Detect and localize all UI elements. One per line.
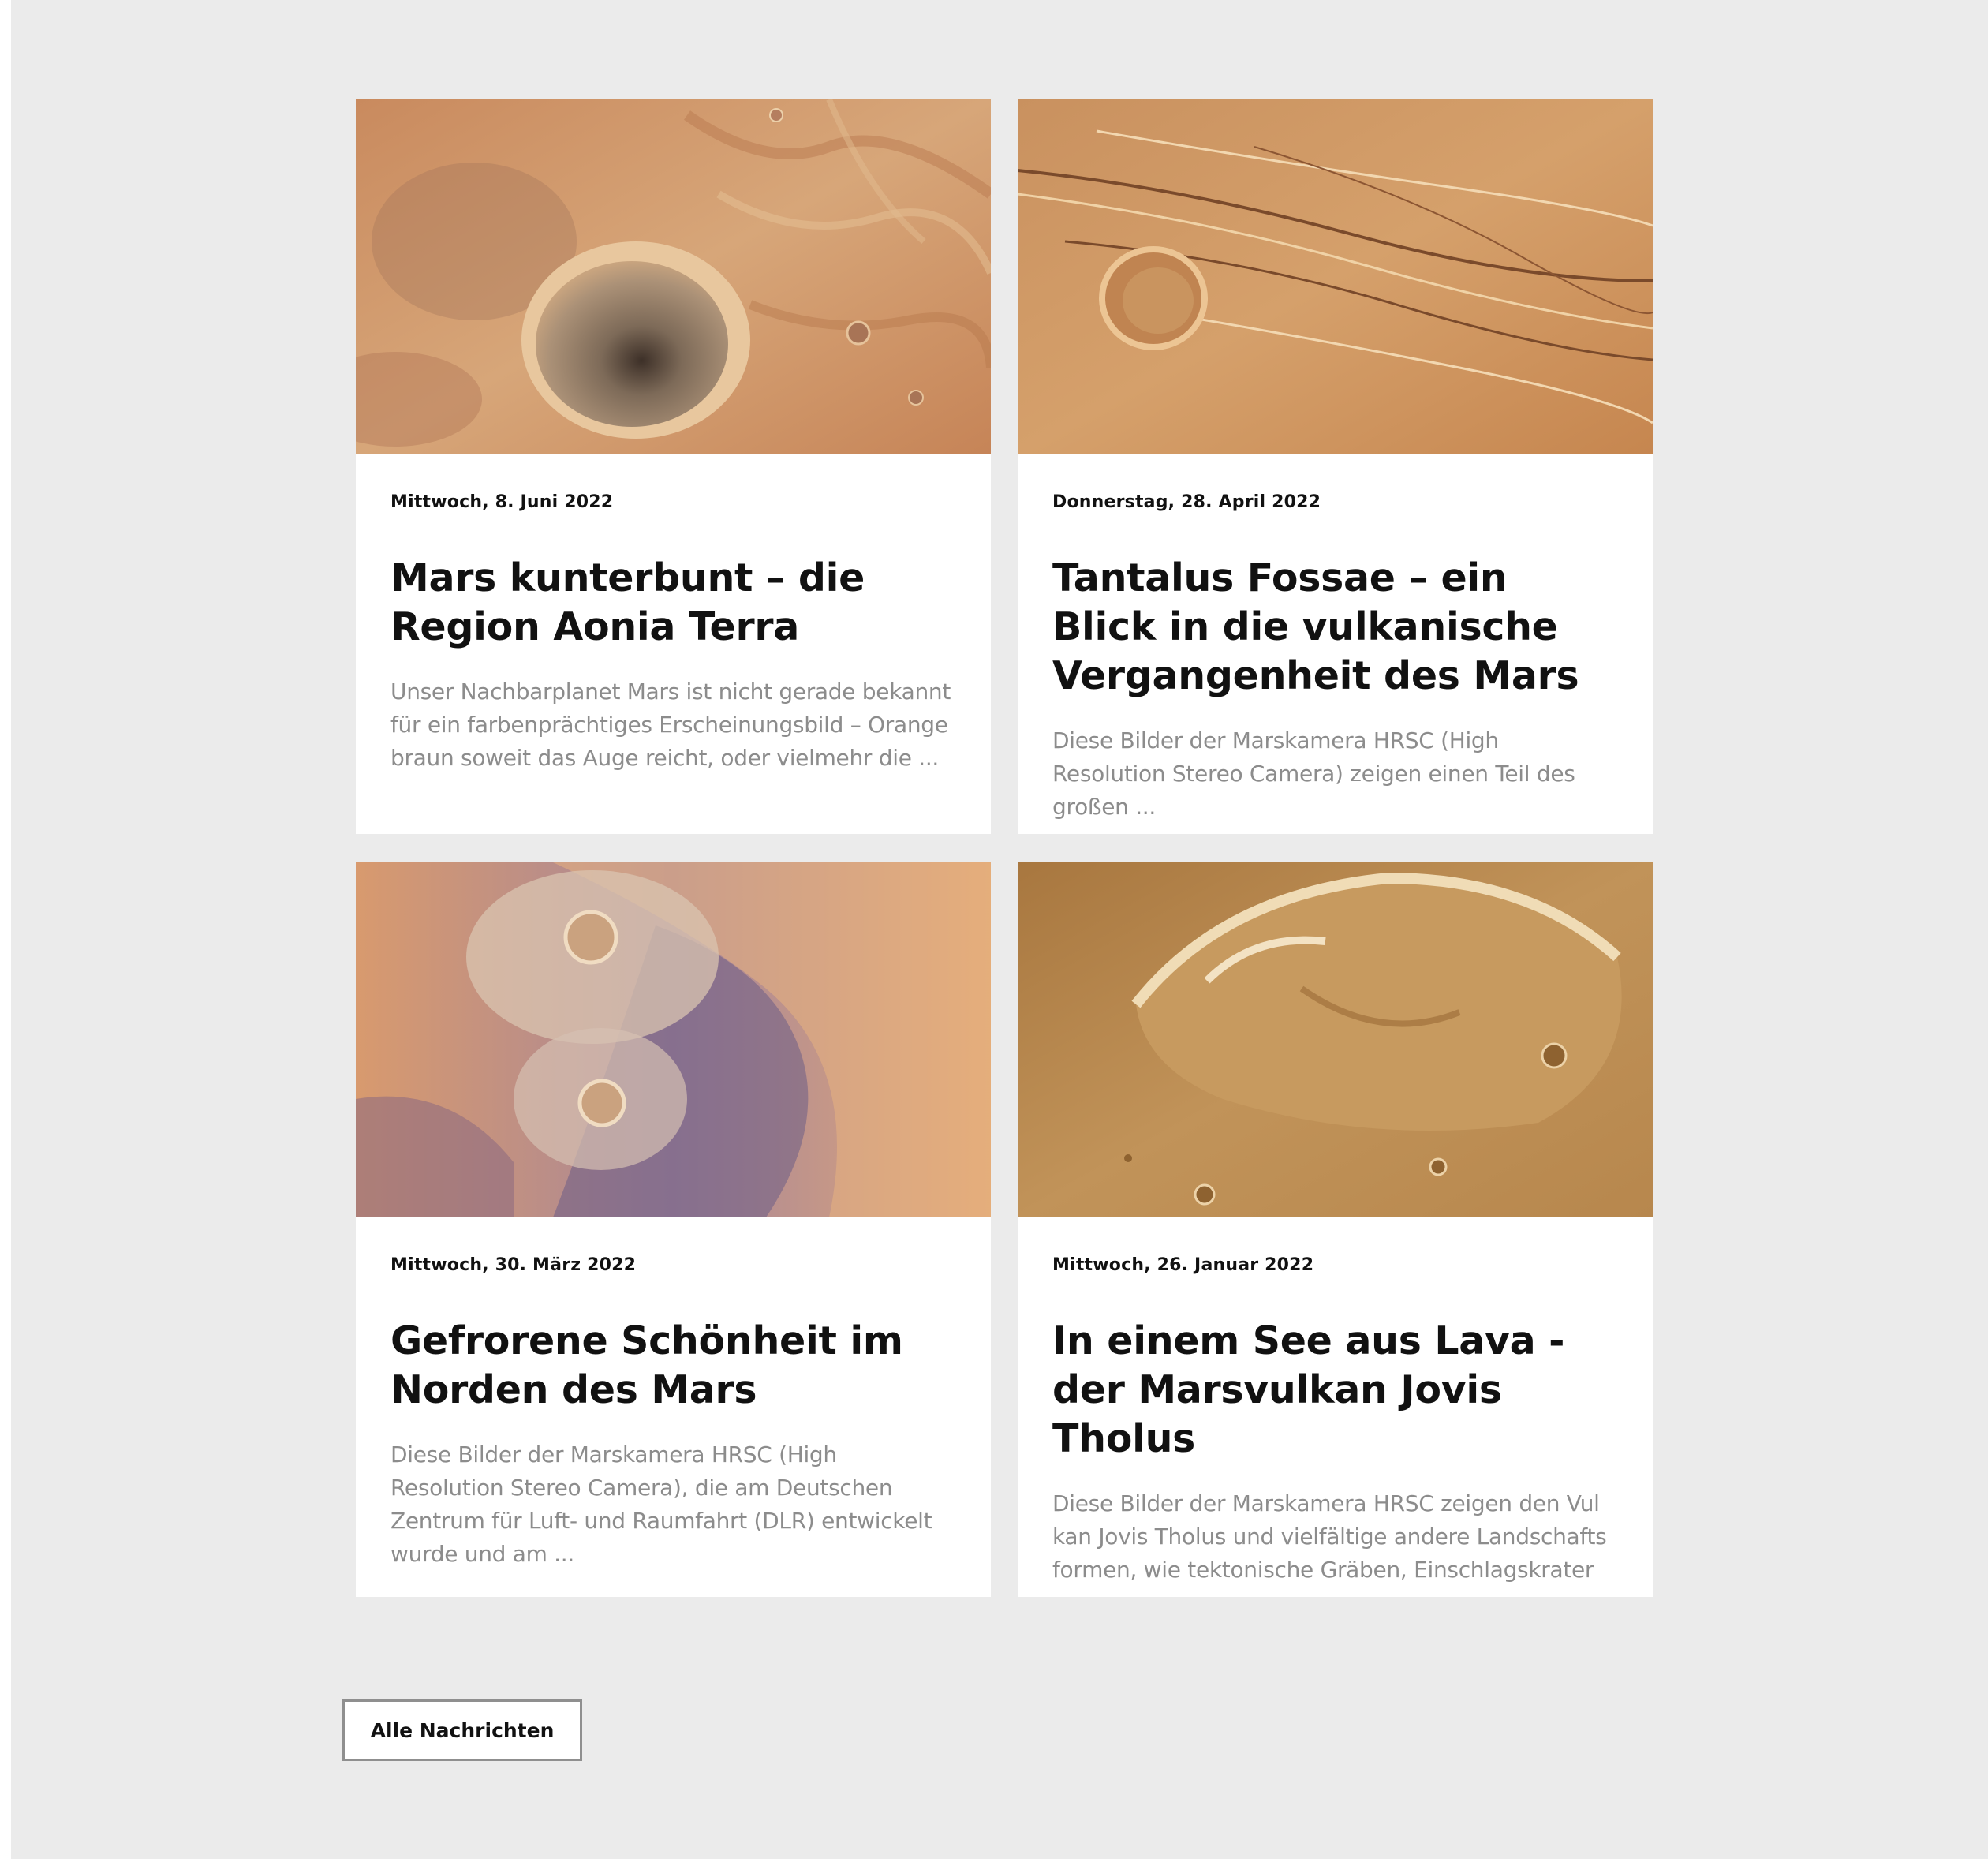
news-date: Mittwoch, 8. Juni 2022 <box>390 492 614 512</box>
news-teaser: Diese Bilder der Marskamera HRSC (High R… <box>1052 727 1575 820</box>
news-date: Mittwoch, 30. März 2022 <box>390 1255 637 1275</box>
page-background: Mittwoch, 8. Juni 2022 Mars kunterbunt –… <box>11 0 1988 1859</box>
mars-fossae-image <box>1018 99 1653 454</box>
mars-volcano-image <box>1018 862 1653 1217</box>
news-title[interactable]: Gefrorene Schönheit im Norden des Mars <box>390 1317 956 1415</box>
news-teaser: Diese Bilder der Marskamera HRSC (High R… <box>390 1441 932 1567</box>
news-card-aonia-terra[interactable]: Mittwoch, 8. Juni 2022 Mars kunterbunt –… <box>356 99 991 834</box>
news-date: Mittwoch, 26. Januar 2022 <box>1052 1255 1314 1275</box>
news-teaser: Unser Nachbarplanet Mars ist nicht gerad… <box>390 679 951 771</box>
all-news-button[interactable]: Alle Nachrichten <box>342 1699 582 1761</box>
news-date: Donnerstag, 28. April 2022 <box>1052 492 1321 512</box>
mars-north-image <box>356 862 991 1217</box>
news-title[interactable]: Tantalus Fossae – ein Blick in die vulka… <box>1052 554 1618 701</box>
news-card-gefrorene-schoenheit[interactable]: Mittwoch, 30. März 2022 Gefrorene Schönh… <box>356 862 991 1597</box>
news-title[interactable]: Mars kunterbunt – die Region Aonia Terra <box>390 554 956 652</box>
news-card-jovis-tholus[interactable]: Mittwoch, 26. Januar 2022 In einem See a… <box>1018 862 1653 1597</box>
news-card-tantalus-fossae[interactable]: Donnerstag, 28. April 2022 Tantalus Foss… <box>1018 99 1653 834</box>
mars-crater-image <box>356 99 991 454</box>
news-grid: Mittwoch, 8. Juni 2022 Mars kunterbunt –… <box>356 99 1653 1597</box>
news-title[interactable]: In einem See aus Lava - der Marsvulkan J… <box>1052 1317 1618 1464</box>
news-teaser: Diese Bilder der Marskamera HRSC zeigen … <box>1052 1490 1607 1597</box>
